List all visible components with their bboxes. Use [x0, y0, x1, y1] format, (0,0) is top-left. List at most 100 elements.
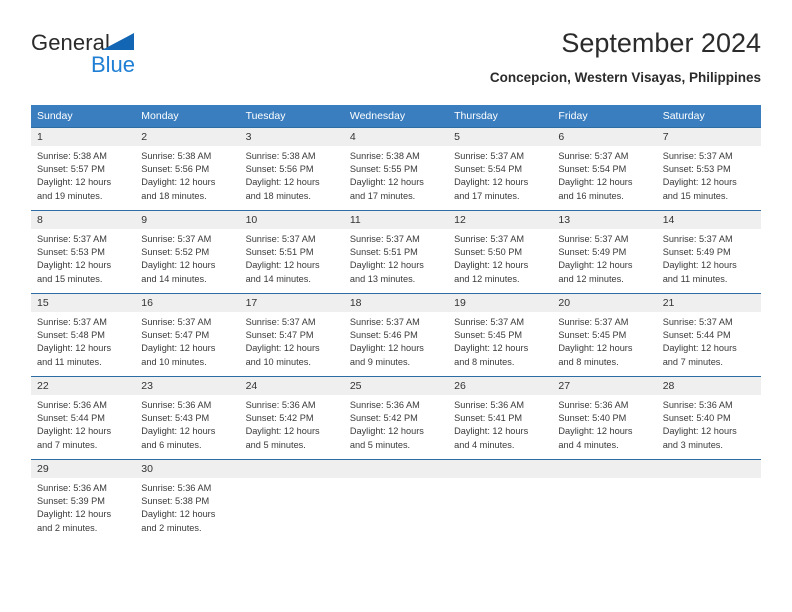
generalblue-logo[interactable]: General Blue [31, 30, 231, 86]
day-cell[interactable]: 25 Sunrise: 5:36 AM Sunset: 5:42 PM Dayl… [343, 376, 449, 460]
day-number: 15 [31, 294, 136, 312]
day-cell[interactable]: 30 Sunrise: 5:36 AM Sunset: 5:38 PM Dayl… [135, 459, 240, 542]
day-cell[interactable]: 16 Sunrise: 5:37 AM Sunset: 5:47 PM Dayl… [135, 293, 240, 377]
day-cell[interactable]: 10 Sunrise: 5:37 AM Sunset: 5:51 PM Dayl… [239, 210, 344, 294]
day-details: Sunrise: 5:37 AM Sunset: 5:49 PM Dayligh… [657, 229, 761, 286]
calendar-week-row: 1 Sunrise: 5:38 AM Sunset: 5:57 PM Dayli… [31, 127, 761, 211]
day-cell[interactable]: 17 Sunrise: 5:37 AM Sunset: 5:47 PM Dayl… [239, 293, 344, 377]
daylight-text-line2: and 14 minutes. [245, 273, 311, 284]
sunrise-text: Sunrise: 5:36 AM [558, 400, 629, 410]
day-cell[interactable]: 24 Sunrise: 5:36 AM Sunset: 5:42 PM Dayl… [239, 376, 344, 460]
day-details: Sunrise: 5:36 AM Sunset: 5:38 PM Dayligh… [135, 478, 239, 535]
day-number: 28 [656, 377, 761, 395]
daylight-text-line1: Daylight: 12 hours [454, 260, 529, 271]
day-details: Sunrise: 5:37 AM Sunset: 5:47 PM Dayligh… [240, 312, 344, 369]
daylight-text-line1: Daylight: 12 hours [558, 260, 633, 271]
page-header: General Blue September 2024 Concepcion, … [31, 26, 761, 96]
day-details: Sunrise: 5:37 AM Sunset: 5:53 PM Dayligh… [657, 146, 761, 203]
day-number [448, 460, 553, 478]
day-number: 11 [343, 211, 449, 229]
daylight-text-line1: Daylight: 12 hours [558, 177, 633, 188]
day-cell[interactable]: 1 Sunrise: 5:38 AM Sunset: 5:57 PM Dayli… [31, 127, 136, 211]
daylight-text-line2: and 11 minutes. [37, 356, 102, 367]
sunrise-text: Sunrise: 5:37 AM [349, 317, 420, 327]
daylight-text-line2: and 9 minutes. [349, 356, 411, 367]
day-number: 20 [552, 294, 657, 312]
day-cell[interactable]: 29 Sunrise: 5:36 AM Sunset: 5:39 PM Dayl… [31, 459, 136, 542]
day-cell[interactable]: 11 Sunrise: 5:37 AM Sunset: 5:51 PM Dayl… [343, 210, 449, 294]
day-cell[interactable]: 26 Sunrise: 5:36 AM Sunset: 5:41 PM Dayl… [448, 376, 553, 460]
day-cell-empty [656, 459, 761, 542]
day-cell[interactable]: 18 Sunrise: 5:37 AM Sunset: 5:46 PM Dayl… [343, 293, 449, 377]
day-details: Sunrise: 5:37 AM Sunset: 5:54 PM Dayligh… [552, 146, 656, 203]
day-cell[interactable]: 5 Sunrise: 5:37 AM Sunset: 5:54 PM Dayli… [448, 127, 553, 211]
day-cell[interactable]: 13 Sunrise: 5:37 AM Sunset: 5:49 PM Dayl… [552, 210, 657, 294]
sunset-text: Sunset: 5:51 PM [349, 247, 418, 258]
sunrise-text: Sunrise: 5:36 AM [662, 400, 733, 410]
daylight-text-line1: Daylight: 12 hours [558, 343, 633, 354]
daylight-text-line2: and 17 minutes. [349, 190, 416, 201]
sunset-text: Sunset: 5:47 PM [245, 330, 314, 341]
day-cell[interactable]: 9 Sunrise: 5:37 AM Sunset: 5:52 PM Dayli… [135, 210, 240, 294]
daylight-text-line2: and 2 minutes. [37, 522, 98, 533]
weekday-header-friday: Friday [552, 105, 657, 128]
sunset-text: Sunset: 5:39 PM [37, 496, 105, 507]
sunset-text: Sunset: 5:40 PM [558, 413, 627, 424]
calendar-week-row: 15 Sunrise: 5:37 AM Sunset: 5:48 PM Dayl… [31, 293, 761, 377]
daylight-text-line1: Daylight: 12 hours [454, 426, 529, 437]
sunset-text: Sunset: 5:54 PM [558, 164, 627, 175]
day-number: 29 [31, 460, 136, 478]
daylight-text-line1: Daylight: 12 hours [141, 177, 216, 188]
day-number: 8 [31, 211, 136, 229]
day-cell[interactable]: 7 Sunrise: 5:37 AM Sunset: 5:53 PM Dayli… [656, 127, 761, 211]
day-cell[interactable]: 15 Sunrise: 5:37 AM Sunset: 5:48 PM Dayl… [31, 293, 136, 377]
calendar-header-row: Sunday Monday Tuesday Wednesday Thursday… [31, 105, 761, 128]
day-cell-empty [448, 459, 553, 542]
day-cell[interactable]: 22 Sunrise: 5:36 AM Sunset: 5:44 PM Dayl… [31, 376, 136, 460]
day-details: Sunrise: 5:37 AM Sunset: 5:51 PM Dayligh… [344, 229, 448, 286]
day-number: 22 [31, 377, 136, 395]
sunset-text: Sunset: 5:53 PM [662, 164, 731, 175]
day-details: Sunrise: 5:37 AM Sunset: 5:48 PM Dayligh… [31, 312, 135, 369]
day-cell[interactable]: 28 Sunrise: 5:36 AM Sunset: 5:40 PM Dayl… [656, 376, 761, 460]
sunset-text: Sunset: 5:48 PM [37, 330, 105, 341]
calendar-week-row: 8 Sunrise: 5:37 AM Sunset: 5:53 PM Dayli… [31, 210, 761, 294]
sunrise-text: Sunrise: 5:36 AM [37, 483, 107, 493]
sunset-text: Sunset: 5:42 PM [349, 413, 418, 424]
daylight-text-line1: Daylight: 12 hours [349, 426, 424, 437]
day-cell[interactable]: 23 Sunrise: 5:36 AM Sunset: 5:43 PM Dayl… [135, 376, 240, 460]
page-subtitle: Concepcion, Western Visayas, Philippines [489, 70, 761, 85]
day-cell[interactable]: 14 Sunrise: 5:37 AM Sunset: 5:49 PM Dayl… [656, 210, 761, 294]
day-number [239, 460, 344, 478]
day-number: 9 [135, 211, 240, 229]
day-details: Sunrise: 5:37 AM Sunset: 5:54 PM Dayligh… [448, 146, 552, 203]
day-cell[interactable]: 3 Sunrise: 5:38 AM Sunset: 5:56 PM Dayli… [239, 127, 344, 211]
day-details: Sunrise: 5:36 AM Sunset: 5:41 PM Dayligh… [448, 395, 552, 452]
day-details: Sunrise: 5:37 AM Sunset: 5:50 PM Dayligh… [448, 229, 552, 286]
day-cell[interactable]: 19 Sunrise: 5:37 AM Sunset: 5:45 PM Dayl… [448, 293, 553, 377]
day-cell[interactable]: 6 Sunrise: 5:37 AM Sunset: 5:54 PM Dayli… [552, 127, 657, 211]
day-details: Sunrise: 5:36 AM Sunset: 5:43 PM Dayligh… [135, 395, 239, 452]
day-cell[interactable]: 27 Sunrise: 5:36 AM Sunset: 5:40 PM Dayl… [552, 376, 657, 460]
day-cell[interactable]: 2 Sunrise: 5:38 AM Sunset: 5:56 PM Dayli… [135, 127, 240, 211]
day-details: Sunrise: 5:38 AM Sunset: 5:57 PM Dayligh… [31, 146, 135, 203]
daylight-text-line2: and 12 minutes. [558, 273, 624, 284]
day-cell[interactable]: 20 Sunrise: 5:37 AM Sunset: 5:45 PM Dayl… [552, 293, 657, 377]
calendar-week-row: 29 Sunrise: 5:36 AM Sunset: 5:39 PM Dayl… [31, 459, 761, 542]
sunrise-text: Sunrise: 5:37 AM [245, 317, 316, 327]
sunrise-text: Sunrise: 5:37 AM [37, 317, 107, 327]
day-number [552, 460, 657, 478]
daylight-text-line1: Daylight: 12 hours [662, 260, 737, 271]
day-cell[interactable]: 12 Sunrise: 5:37 AM Sunset: 5:50 PM Dayl… [448, 210, 553, 294]
day-cell[interactable]: 4 Sunrise: 5:38 AM Sunset: 5:55 PM Dayli… [343, 127, 449, 211]
day-details: Sunrise: 5:37 AM Sunset: 5:53 PM Dayligh… [31, 229, 135, 286]
weekday-header-sunday: Sunday [31, 105, 136, 128]
weekday-header-tuesday: Tuesday [239, 105, 344, 128]
daylight-text-line1: Daylight: 12 hours [37, 426, 112, 437]
sunset-text: Sunset: 5:43 PM [141, 413, 210, 424]
day-cell[interactable]: 21 Sunrise: 5:37 AM Sunset: 5:44 PM Dayl… [656, 293, 761, 377]
daylight-text-line2: and 11 minutes. [662, 273, 728, 284]
day-cell[interactable]: 8 Sunrise: 5:37 AM Sunset: 5:53 PM Dayli… [31, 210, 136, 294]
day-number: 24 [239, 377, 344, 395]
day-number [343, 460, 449, 478]
